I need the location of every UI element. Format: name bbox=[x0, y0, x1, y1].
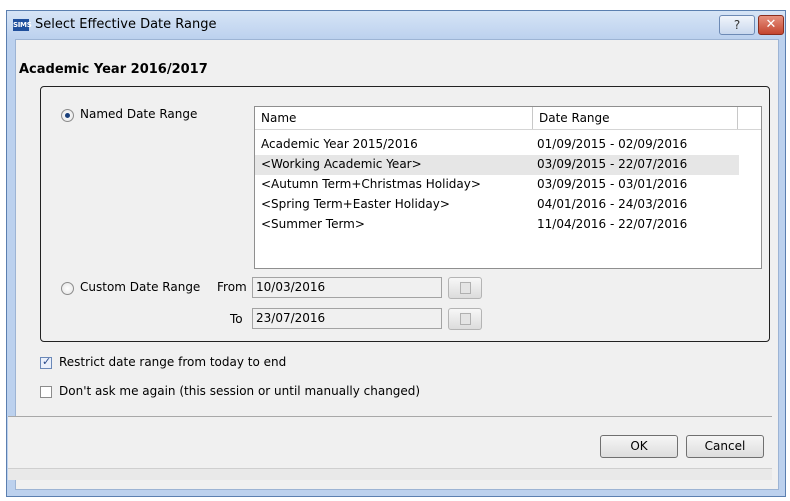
help-button[interactable]: ? bbox=[719, 15, 755, 35]
custom-date-range-radio[interactable] bbox=[61, 282, 74, 295]
table-row[interactable]: <Summer Term> 11/04/2016 - 22/07/2016 bbox=[255, 215, 739, 235]
section-title: Academic Year 2016/2017 bbox=[19, 62, 208, 77]
column-header-date-range[interactable]: Date Range bbox=[539, 111, 610, 125]
title-bar[interactable]: SIMS Select Effective Date Range ? ✕ bbox=[7, 11, 785, 39]
column-divider[interactable] bbox=[532, 107, 533, 129]
row-date-range: 04/01/2016 - 24/03/2016 bbox=[537, 197, 688, 211]
ok-button[interactable]: OK bbox=[600, 435, 678, 458]
table-row-selected[interactable]: <Working Academic Year> 03/09/2015 - 22/… bbox=[255, 155, 739, 175]
restrict-date-range-label[interactable]: Restrict date range from today to end bbox=[59, 355, 286, 369]
column-header-name[interactable]: Name bbox=[261, 111, 296, 125]
to-label: To bbox=[230, 312, 243, 326]
from-date-field[interactable]: 10/03/2016 bbox=[252, 277, 442, 298]
status-bar bbox=[8, 468, 772, 480]
row-date-range: 03/09/2015 - 03/01/2016 bbox=[537, 177, 688, 191]
window-title: Select Effective Date Range bbox=[35, 17, 217, 32]
named-date-range-label[interactable]: Named Date Range bbox=[80, 107, 197, 121]
sims-app-icon: SIMS bbox=[13, 19, 32, 31]
column-divider[interactable] bbox=[737, 107, 738, 129]
table-row[interactable]: <Spring Term+Easter Holiday> 04/01/2016 … bbox=[255, 195, 739, 215]
row-name: <Spring Term+Easter Holiday> bbox=[261, 197, 450, 211]
from-calendar-button[interactable] bbox=[448, 277, 482, 299]
row-name: <Summer Term> bbox=[261, 217, 365, 231]
custom-date-range-label[interactable]: Custom Date Range bbox=[80, 280, 200, 294]
dont-ask-again-label[interactable]: Don't ask me again (this session or unti… bbox=[59, 384, 420, 398]
restrict-date-range-checkbox[interactable] bbox=[40, 355, 52, 369]
row-date-range: 01/09/2015 - 02/09/2016 bbox=[537, 137, 688, 151]
to-calendar-button[interactable] bbox=[448, 308, 482, 330]
close-button[interactable]: ✕ bbox=[758, 15, 784, 35]
table-row[interactable]: Academic Year 2015/2016 01/09/2015 - 02/… bbox=[255, 135, 739, 155]
row-name: Academic Year 2015/2016 bbox=[261, 137, 418, 151]
calendar-icon bbox=[460, 313, 471, 325]
cancel-button[interactable]: Cancel bbox=[686, 435, 764, 458]
from-label: From bbox=[217, 280, 247, 294]
to-date-field[interactable]: 23/07/2016 bbox=[252, 308, 442, 329]
calendar-icon bbox=[460, 282, 471, 294]
table-row[interactable]: <Autumn Term+Christmas Holiday> 03/09/20… bbox=[255, 175, 739, 195]
named-date-range-radio[interactable] bbox=[61, 109, 74, 122]
row-date-range: 03/09/2015 - 22/07/2016 bbox=[537, 157, 688, 171]
row-name: <Working Academic Year> bbox=[261, 157, 422, 171]
row-date-range: 11/04/2016 - 22/07/2016 bbox=[537, 217, 688, 231]
grid-header: Name Date Range bbox=[255, 107, 761, 130]
dont-ask-again-checkbox[interactable] bbox=[40, 386, 52, 398]
row-name: <Autumn Term+Christmas Holiday> bbox=[261, 177, 481, 191]
named-range-grid: Name Date Range Academic Year 2015/2016 … bbox=[254, 106, 762, 269]
